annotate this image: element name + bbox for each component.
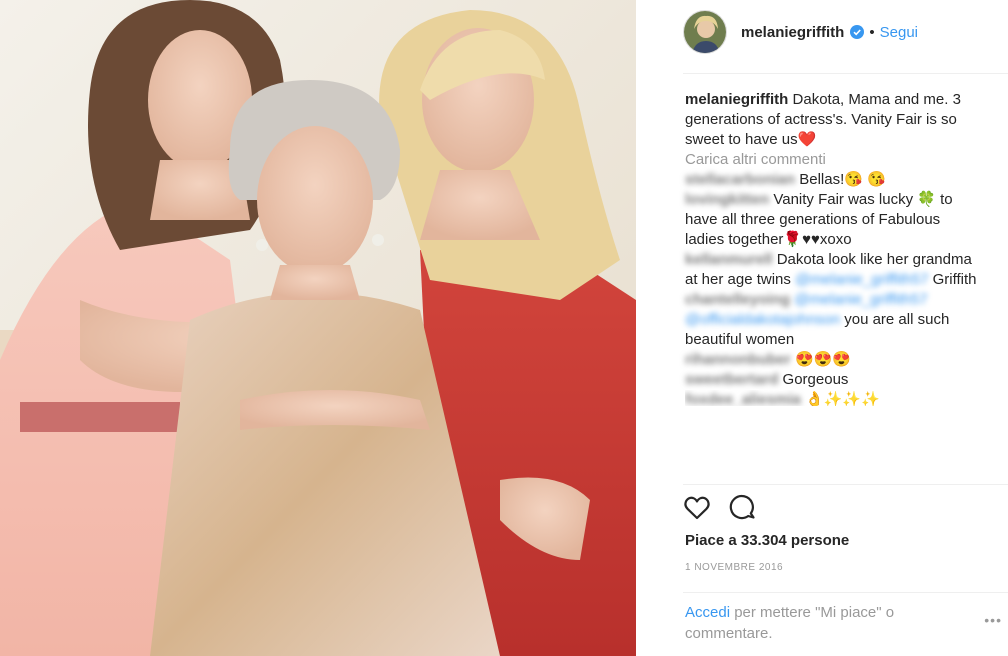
comment-item: sweetbertard Gorgeous bbox=[685, 370, 981, 390]
comment-username[interactable]: chantelleyoing bbox=[685, 291, 790, 308]
header-divider bbox=[683, 73, 1008, 74]
post-header: melaniegriffith • Segui bbox=[683, 8, 918, 56]
comment-username[interactable]: kellanmurell bbox=[685, 251, 773, 268]
comment-item: kellanmurell Dakota look like her grandm… bbox=[685, 250, 981, 290]
caption-username[interactable]: melaniegriffith bbox=[685, 91, 788, 108]
comment-item: lovingkitten Vanity Fair was lucky 🍀 to … bbox=[685, 190, 981, 250]
comment-text: 😍😍😍 bbox=[795, 351, 852, 368]
login-link[interactable]: Accedi bbox=[685, 604, 730, 621]
login-divider bbox=[683, 592, 1008, 593]
comments-list: melaniegriffith Dakota, Mama and me. 3 g… bbox=[685, 90, 981, 406]
comment-text-end: Griffith bbox=[932, 271, 977, 288]
username-link[interactable]: melaniegriffith bbox=[741, 24, 844, 41]
avatar[interactable] bbox=[683, 10, 727, 54]
comment-text: 👌✨✨✨ bbox=[805, 391, 880, 406]
comment-username[interactable]: sweetbertard bbox=[685, 371, 778, 388]
comment-username[interactable]: foxdee_aliesmia bbox=[685, 391, 801, 406]
separator-dot: • bbox=[869, 23, 875, 41]
post-side-panel: melaniegriffith • Segui melaniegriffith … bbox=[661, 0, 1008, 656]
photo-illustration bbox=[0, 0, 636, 656]
load-more-comments[interactable]: Carica altri commenti bbox=[685, 150, 981, 170]
comment-username[interactable]: stellacarbonian bbox=[685, 171, 795, 188]
likes-count[interactable]: Piace a 33.304 persone bbox=[685, 532, 849, 549]
comment-item: stellacarbonian Bellas!😘 😘 bbox=[685, 170, 981, 190]
caption: melaniegriffith Dakota, Mama and me. 3 g… bbox=[685, 90, 981, 150]
comment-item: rihannonbuber 😍😍😍 bbox=[685, 350, 981, 370]
comment-text: Bellas!😘 😘 bbox=[799, 171, 886, 188]
login-prompt: Accedi per mettere "Mi piace" o commenta… bbox=[685, 602, 975, 644]
more-options-icon[interactable]: ••• bbox=[984, 612, 1002, 628]
comment-username[interactable]: lovingkitten bbox=[685, 191, 769, 208]
actions-divider bbox=[683, 484, 1008, 485]
comment-text: Gorgeous bbox=[782, 371, 849, 388]
avatar-image bbox=[684, 11, 726, 53]
comment-mention[interactable]: @melanie_griffith57 bbox=[795, 271, 928, 288]
heart-icon[interactable] bbox=[683, 494, 711, 527]
comment-icon[interactable] bbox=[729, 494, 757, 527]
comment-item: foxdee_aliesmia 👌✨✨✨ bbox=[685, 390, 981, 406]
comment-username[interactable]: rihannonbuber bbox=[685, 351, 791, 368]
post-photo[interactable] bbox=[0, 0, 636, 656]
post-date[interactable]: 1 NOVEMBRE 2016 bbox=[685, 562, 783, 573]
verified-badge-icon bbox=[850, 25, 865, 39]
action-bar bbox=[683, 494, 757, 527]
comment-item: chantelleyoing @melanie_griffith57 @offi… bbox=[685, 290, 981, 350]
follow-button[interactable]: Segui bbox=[880, 24, 918, 41]
